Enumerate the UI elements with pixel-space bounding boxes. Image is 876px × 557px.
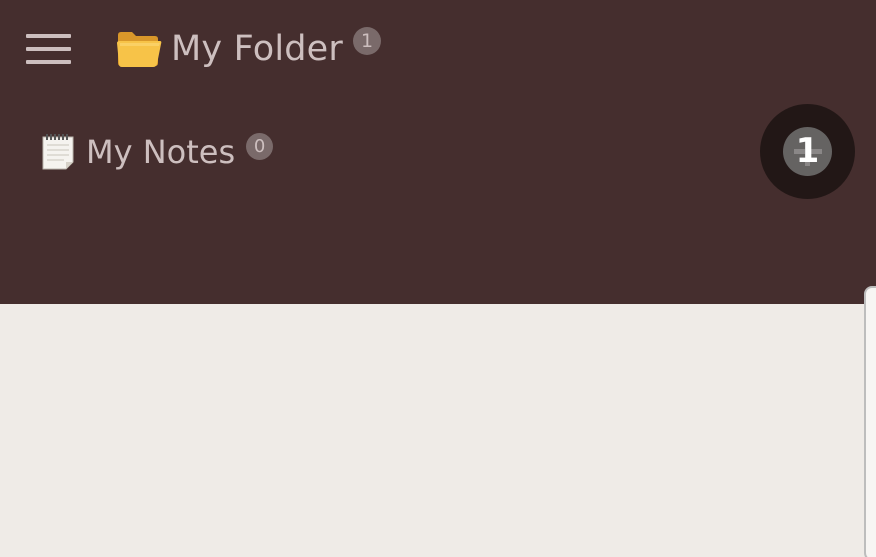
app-window: My Folder 1 My Notes 0 1 (0, 0, 876, 557)
menu-bar-line (26, 60, 71, 64)
content-area (0, 304, 876, 557)
folder-title-row: My Folder 1 (115, 24, 381, 74)
folder-icon (117, 32, 162, 67)
page-title: My Folder (171, 29, 343, 69)
notepad-icon (42, 134, 74, 170)
notes-count-badge: 0 (246, 133, 274, 160)
scrollbar[interactable] (864, 286, 876, 557)
folder-count-badge: 1 (353, 27, 381, 55)
hamburger-menu-icon[interactable] (26, 34, 72, 66)
notes-folder-item[interactable]: My Notes 0 (40, 130, 274, 174)
app-header: My Folder 1 My Notes 0 1 (0, 0, 876, 304)
notes-folder-label: My Notes (86, 133, 236, 171)
step-marker-badge: 1 (783, 127, 832, 176)
menu-bar-line (26, 34, 71, 38)
menu-bar-line (26, 47, 71, 51)
